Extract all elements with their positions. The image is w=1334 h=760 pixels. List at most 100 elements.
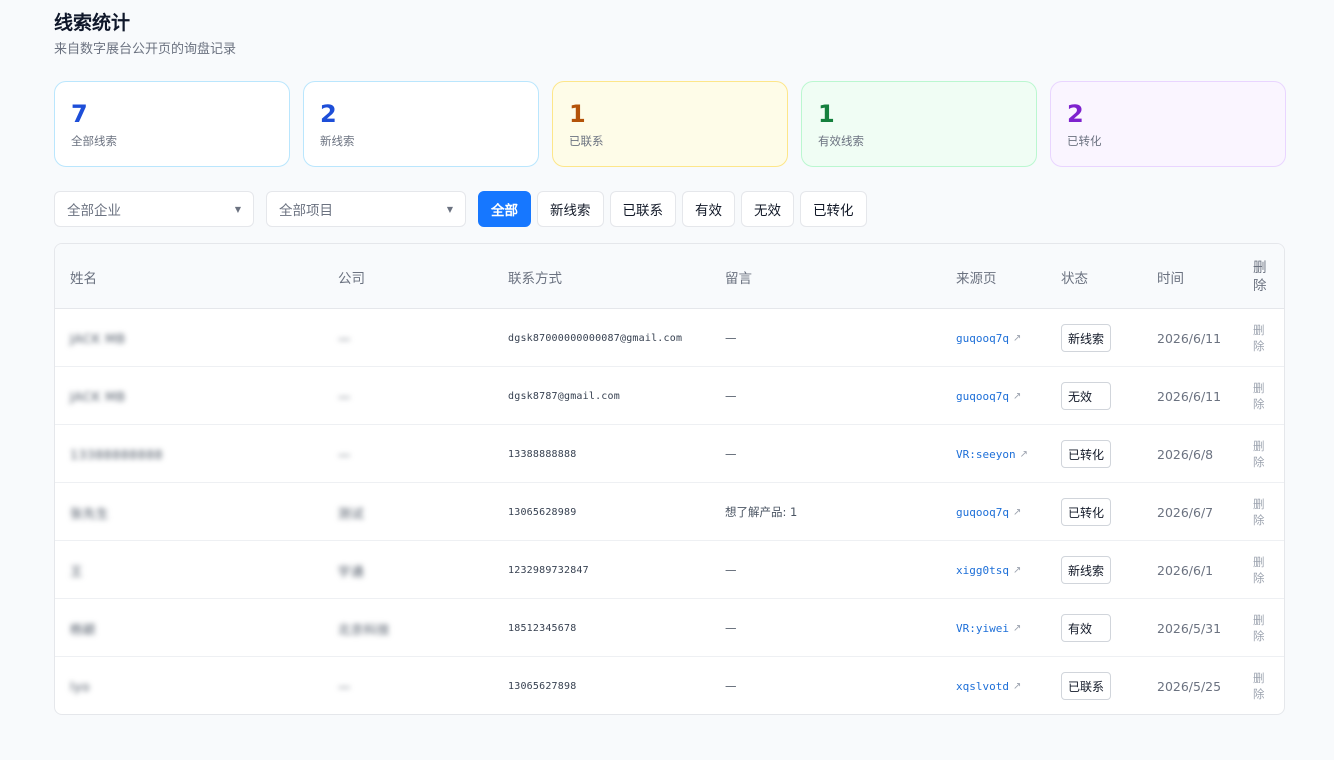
cell-message: — [725,599,945,657]
status-button[interactable]: 已转化 [1061,498,1112,526]
status-button[interactable]: 新线索 [1061,556,1112,584]
cell-status: 有效 [1061,599,1141,657]
company-select[interactable]: 全部企业 ▼ [54,191,254,227]
cell-contact: 13065627898 [508,657,718,714]
status-filter-group: 全部 新线索 已联系 有效 无效 已转化 [478,191,873,227]
delete-button[interactable]: 删除 [1253,322,1273,354]
cell-status: 已转化 [1061,483,1141,541]
cell-time: 2026/6/1 [1157,541,1237,599]
source-link[interactable]: VR:yiwei [956,622,1009,635]
lead-contact: dgsk8787@gmail.com [508,390,620,402]
lead-message: — [725,621,737,635]
table-header: 姓名 公司 联系方式 留言 来源页 状态 时间 删除 [55,244,1284,309]
table-row: JACK MB — dgsk87000000000087@gmail.com — guq… [55,309,1284,367]
lead-contact: 1232989732847 [508,564,589,576]
status-filter-button[interactable]: 有效 [682,191,735,227]
delete-button[interactable]: 删除 [1253,670,1273,702]
external-link-icon: ↗ [1012,332,1022,344]
company-select-value: 全部企业 [67,203,121,219]
leads-table: 姓名 公司 联系方式 留言 来源页 状态 时间 删除 JACK MB — dgsk8… [54,243,1285,715]
stat-card: 2 已转化 [1050,81,1286,167]
cell-delete: 删除 [1253,367,1273,425]
table-row: JACK MB — dgsk8787@gmail.com — guqooq7q ↗ 无效 20… [55,367,1284,425]
cell-contact: dgsk87000000000087@gmail.com [508,309,718,367]
lead-message: — [725,563,737,577]
cell-delete: 删除 [1253,309,1273,367]
cell-message: — [725,541,945,599]
delete-button[interactable]: 删除 [1253,612,1273,644]
header-source: 来源页 [956,270,997,287]
project-select[interactable]: 全部项目 ▼ [266,191,466,227]
status-button[interactable]: 新线索 [1061,324,1112,352]
external-link-icon: ↗ [1012,680,1022,692]
header-name: 姓名 [70,270,97,287]
delete-button[interactable]: 删除 [1253,554,1273,586]
status-button[interactable]: 已联系 [1061,672,1112,700]
delete-button[interactable]: 删除 [1253,438,1273,470]
external-link-icon: ↗ [1012,506,1022,518]
header-message: 留言 [725,270,752,287]
cell-name: 杨颖 [70,599,310,657]
project-select-value: 全部项目 [279,203,333,219]
cell-status: 新线索 [1061,541,1141,599]
cell-name: 王 [70,541,310,599]
cell-source: guqooq7q ↗ [956,367,1056,425]
delete-button[interactable]: 删除 [1253,496,1273,528]
lead-contact: 18512345678 [508,622,577,634]
filter-bar: 全部企业 ▼ 全部项目 ▼ 全部 新线索 已联系 有效 无效 已转化 [54,191,873,227]
cell-status: 新线索 [1061,309,1141,367]
status-button[interactable]: 无效 [1061,382,1111,410]
source-link[interactable]: guqooq7q [956,390,1009,403]
stat-value: 2 [1067,100,1084,128]
cell-company: 宇通 [338,541,488,599]
source-link[interactable]: VR:seeyon [956,448,1016,461]
cell-source: xqslvotd ↗ [956,657,1056,714]
stat-value: 1 [569,100,586,128]
stats-cards: 7 全部线索 2 新线索 1 已联系 1 有效线索 2 已转化 [54,81,1286,167]
lead-company: — [338,446,351,462]
cell-time: 2026/5/25 [1157,657,1237,714]
cell-source: xigg0tsq ↗ [956,541,1056,599]
stat-card: 1 已联系 [552,81,788,167]
status-filter-button[interactable]: 无效 [741,191,794,227]
lead-time: 2026/6/7 [1157,504,1214,520]
lead-company: — [338,330,351,346]
lead-name: JACK MB [70,330,126,346]
cell-message: — [725,657,945,714]
stat-card: 2 新线索 [303,81,539,167]
lead-contact: dgsk87000000000087@gmail.com [508,332,683,344]
cell-message: — [725,367,945,425]
cell-source: VR:yiwei ↗ [956,599,1056,657]
status-filter-button[interactable]: 已转化 [800,191,867,227]
external-link-icon: ↗ [1012,564,1022,576]
cell-company: — [338,425,488,483]
stat-value: 7 [71,100,88,128]
stat-value: 2 [320,100,337,128]
cell-company: 北京科技 [338,599,488,657]
header-contact: 联系方式 [508,270,562,287]
delete-button[interactable]: 删除 [1253,380,1273,412]
cell-time: 2026/6/7 [1157,483,1237,541]
lead-time: 2026/6/11 [1157,388,1222,404]
status-filter-button[interactable]: 新线索 [537,191,604,227]
cell-time: 2026/6/8 [1157,425,1237,483]
source-link[interactable]: guqooq7q [956,332,1009,345]
status-button[interactable]: 有效 [1061,614,1111,642]
cell-contact: 1232989732847 [508,541,718,599]
status-button[interactable]: 已转化 [1061,440,1112,468]
source-link[interactable]: xigg0tsq [956,564,1009,577]
cell-name: 13388888888 [70,425,310,483]
status-filter-button[interactable]: 已联系 [609,191,676,227]
status-filter-button[interactable]: 全部 [478,191,531,227]
page-title: 线索统计 [54,12,131,34]
cell-company: — [338,657,488,714]
table-row: 杨颖 北京科技 18512345678— VR:yiwei ↗ 有效 2026/5/31 删除 [55,599,1284,657]
external-link-icon: ↗ [1019,448,1028,460]
stat-label: 已转化 [1067,134,1102,148]
source-link[interactable]: xqslvotd [956,680,1009,693]
lead-name: 王 [70,563,84,579]
lead-name: 张先生 [70,505,110,521]
lead-contact: 13065628989 [508,506,577,518]
source-link[interactable]: guqooq7q [956,506,1009,519]
stat-card: 1 有效线索 [801,81,1037,167]
